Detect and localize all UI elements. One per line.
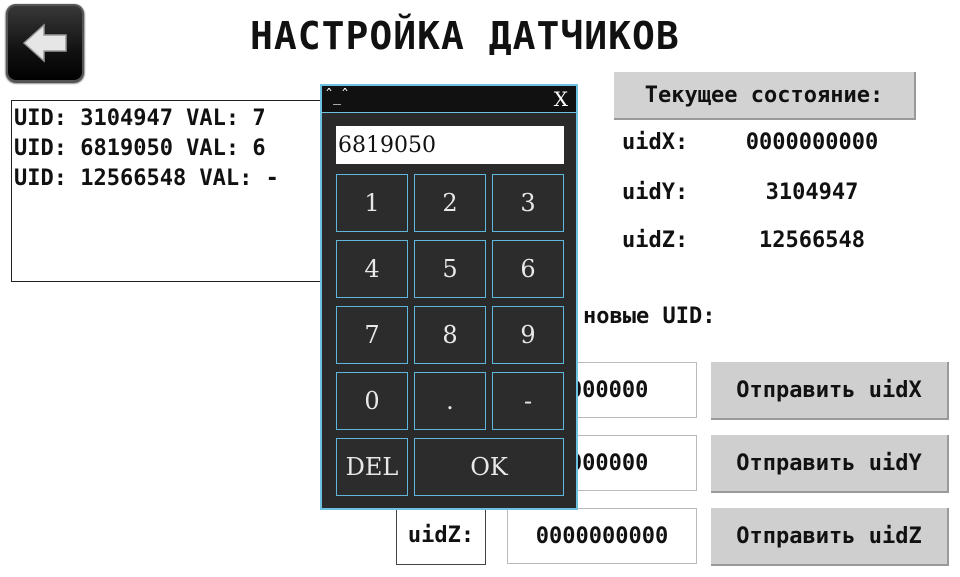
list-item[interactable]: UID: 6819050 VAL: 6 [14,134,266,164]
send-uidz-button[interactable]: Отправить uidZ [711,508,949,566]
key-9[interactable]: 9 [492,306,564,364]
key-dot[interactable]: . [414,372,486,430]
close-icon[interactable]: X [554,87,568,111]
key-6[interactable]: 6 [492,240,564,298]
back-button[interactable] [6,4,84,82]
send-uidy-button[interactable]: Отправить uidY [711,435,949,493]
arrow-left-icon [22,23,67,63]
new-uid-label: новые UID: [583,304,716,329]
uidz-input-label: uidZ: [396,507,486,565]
key-ok[interactable]: OK [414,438,564,496]
keypad-display[interactable]: 6819050 [336,126,564,164]
uidz-input[interactable]: 0000000000 [507,508,697,564]
state-value-uidz: 12566548 [759,228,865,253]
key-7[interactable]: 7 [336,306,408,364]
state-value-uidy: 3104947 [765,180,859,205]
state-label-uidx: uidX: [622,130,689,155]
current-state-header: Текущее состояние: [614,72,916,120]
uid-list[interactable]: UID: 3104947 VAL: 7 UID: 6819050 VAL: 6 … [11,100,343,282]
key-minus[interactable]: - [492,372,564,430]
key-5[interactable]: 5 [414,240,486,298]
list-item[interactable]: UID: 3104947 VAL: 7 [14,104,266,134]
minimize-icon[interactable]: ˆ_ˆ [325,86,349,105]
state-value-uidx: 0000000000 [745,130,879,155]
keypad-titlebar[interactable]: ˆ_ˆ X [322,86,576,113]
key-1[interactable]: 1 [336,174,408,232]
send-uidx-button[interactable]: Отправить uidX [711,362,949,420]
key-4[interactable]: 4 [336,240,408,298]
key-2[interactable]: 2 [414,174,486,232]
state-label-uidz: uidZ: [622,228,689,253]
key-0[interactable]: 0 [336,372,408,430]
key-8[interactable]: 8 [414,306,486,364]
list-item[interactable]: UID: 12566548 VAL: - [14,164,279,194]
numeric-keypad[interactable]: ˆ_ˆ X 6819050 1 2 3 4 5 6 7 8 9 0 . - DE… [320,84,578,510]
state-label-uidy: uidY: [622,180,689,205]
page-title: НАСТРОЙКА ДАТЧИКОВ [250,14,680,58]
key-del[interactable]: DEL [336,438,408,496]
key-3[interactable]: 3 [492,174,564,232]
